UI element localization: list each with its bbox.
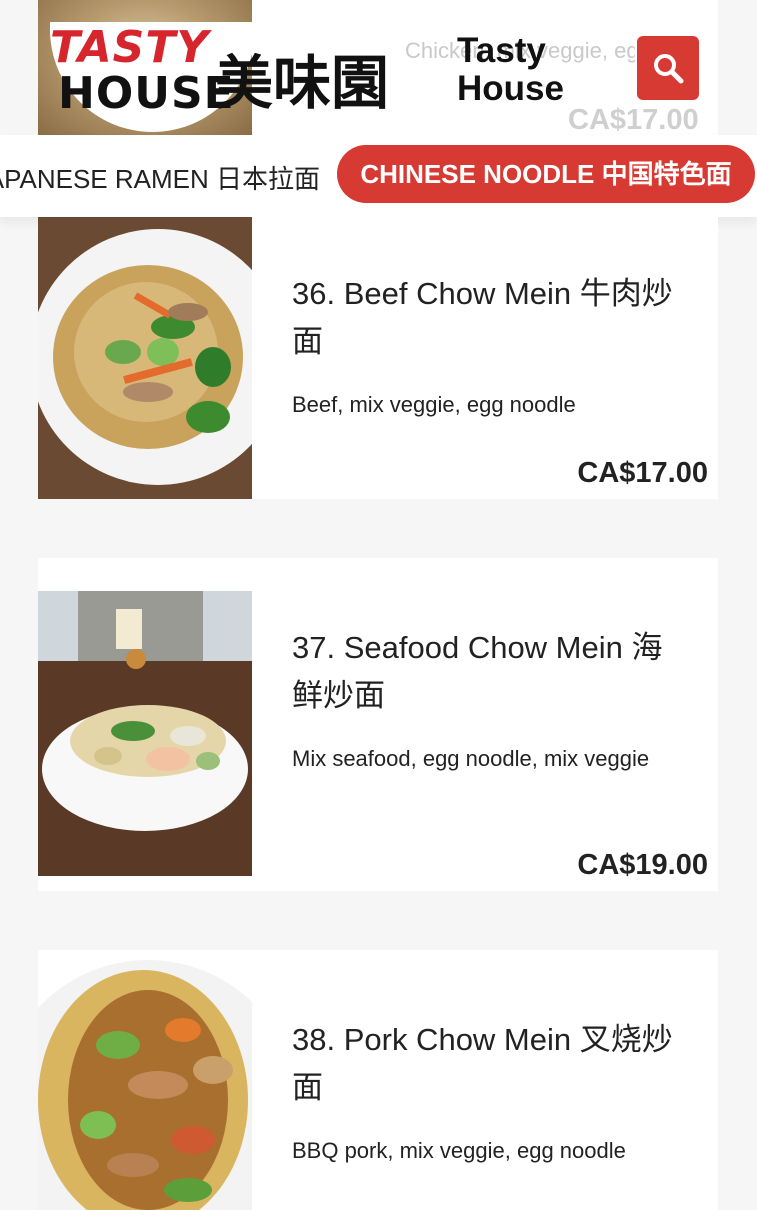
tasty-house-logo[interactable]: TASTY HOUSE 美味園	[50, 22, 410, 132]
menu-item-image	[38, 950, 252, 1210]
logo-chinese-name: 美味園	[215, 49, 390, 117]
search-icon	[654, 54, 684, 84]
tab-chinese-noodle[interactable]: CHINESE NOODLE 中国特色面	[337, 145, 755, 203]
menu-item-card[interactable]: 38. Pork Chow Mein 叉烧炒面 BBQ pork, mix ve…	[38, 950, 718, 1210]
menu-item-description: Beef, mix veggie, egg noodle	[292, 392, 576, 417]
site-header: TASTY HOUSE 美味園 Tasty House	[0, 0, 757, 135]
menu-item-title: 38. Pork Chow Mein 叉烧炒面	[292, 1022, 673, 1105]
tab-japanese-ramen-label: JAPANESE RAMEN 日本拉面	[0, 164, 320, 194]
menu-item-price: CA$17.00	[577, 457, 708, 489]
brand-name[interactable]: Tasty House	[457, 32, 617, 108]
menu-item-title: 36. Beef Chow Mein 牛肉炒面	[292, 276, 673, 359]
search-button[interactable]	[637, 36, 699, 100]
menu-item-description: Mix seafood, egg noodle, mix veggie	[292, 746, 650, 771]
menu-item-description: BBQ pork, mix veggie, egg noodle	[292, 1138, 626, 1163]
logo-word-tasty: TASTY	[50, 22, 210, 73]
menu-item-title: 37. Seafood Chow Mein 海鲜炒面	[292, 630, 663, 713]
menu-item-card[interactable]: 37. Seafood Chow Mein 海鲜炒面 Mix seafood, …	[38, 558, 718, 891]
menu-item-image	[38, 591, 252, 876]
tab-japanese-ramen[interactable]: JAPANESE RAMEN 日本拉面	[0, 159, 320, 196]
menu-item-image	[38, 217, 252, 499]
menu-item-card[interactable]: 36. Beef Chow Mein 牛肉炒面 Beef, mix veggie…	[38, 217, 718, 499]
menu-item-price: CA$19.00	[577, 849, 708, 881]
category-tabs: JAPANESE RAMEN 日本拉面 CHINESE NOODLE 中国特色面	[0, 135, 757, 217]
logo-word-house: HOUSE	[58, 68, 235, 119]
